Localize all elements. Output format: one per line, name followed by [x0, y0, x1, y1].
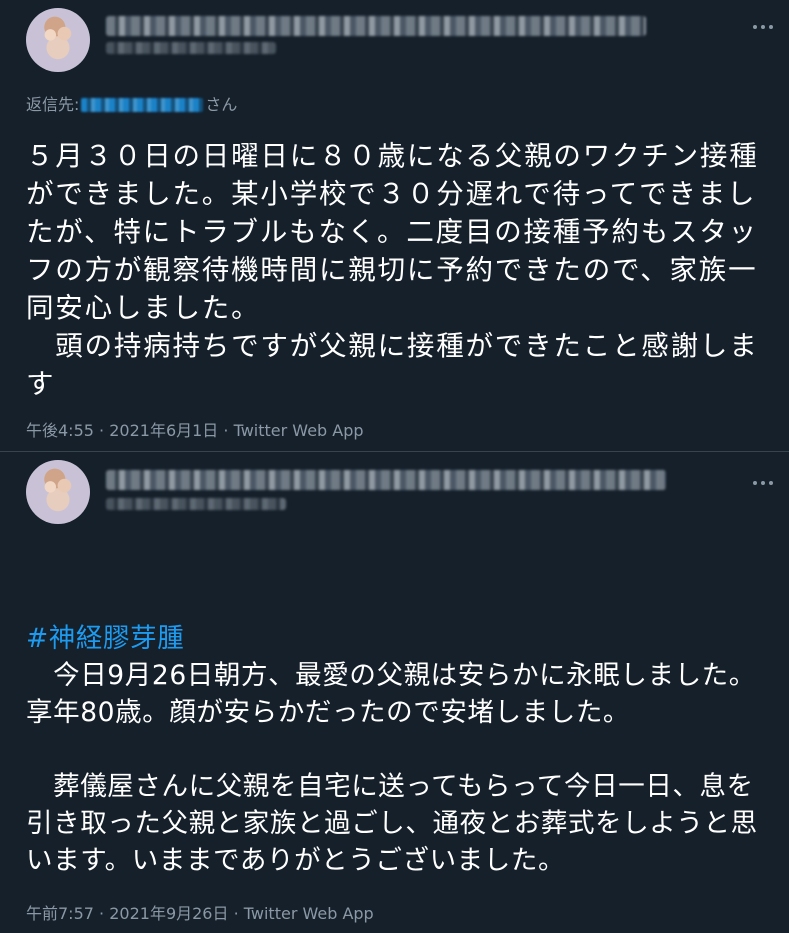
author-handle[interactable]: [106, 42, 276, 54]
tweet-meta: 午後4:55 · 2021年6月1日 · Twitter Web App: [26, 420, 364, 442]
more-options-icon[interactable]: [748, 20, 778, 34]
tweet-time[interactable]: 午後4:55: [26, 421, 94, 440]
tweet-time[interactable]: 午前7:57: [26, 904, 94, 923]
avatar[interactable]: [26, 8, 90, 72]
tweet[interactable]: #神経膠芽腫 今日9月26日朝方、最愛の父親は安らかに永眠しました。享年80歳。…: [0, 452, 789, 933]
tweet[interactable]: 返信先: さん ５月３０日の日曜日に８０歳になる父親のワクチン接種ができました。…: [0, 0, 789, 452]
avatar[interactable]: [26, 460, 90, 524]
meta-separator: ·: [99, 421, 105, 440]
author-name[interactable]: [106, 16, 646, 36]
reply-mention-link[interactable]: [81, 98, 204, 112]
reply-to: 返信先: さん: [26, 94, 237, 116]
tweet-body: #神経膠芽腫 今日9月26日朝方、最愛の父親は安らかに永眠しました。享年80歳。…: [26, 546, 771, 916]
meta-separator: ·: [223, 421, 229, 440]
reply-suffix: さん: [205, 95, 238, 114]
reply-prefix: 返信先:: [26, 95, 80, 114]
tweet-text: 今日9月26日朝方、最愛の父親は安らかに永眠しました。享年80歳。顔が安らかだっ…: [26, 660, 758, 876]
author-name[interactable]: [106, 470, 666, 490]
tweet-meta: 午前7:57 · 2021年9月26日 · Twitter Web App: [26, 903, 374, 925]
tweet-text: ５月３０日の日曜日に８０歳になる父親のワクチン接種ができました。某小学校で３０分…: [26, 140, 759, 400]
tweet-source[interactable]: Twitter Web App: [234, 421, 364, 440]
hashtag-link[interactable]: #神経膠芽腫: [26, 620, 771, 657]
meta-separator: ·: [233, 904, 239, 923]
tweet-date[interactable]: 2021年6月1日: [109, 421, 218, 440]
author-handle[interactable]: [106, 498, 286, 510]
meta-separator: ·: [99, 904, 105, 923]
more-options-icon[interactable]: [748, 476, 778, 490]
tweet-date[interactable]: 2021年9月26日: [109, 904, 228, 923]
tweet-source[interactable]: Twitter Web App: [244, 904, 374, 923]
